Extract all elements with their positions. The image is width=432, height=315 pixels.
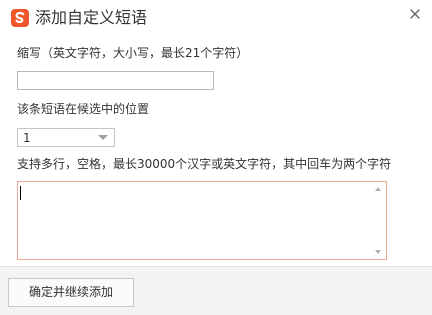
- phrase-content-textarea[interactable]: [17, 181, 387, 260]
- close-icon[interactable]: [407, 6, 423, 22]
- position-label: 该条短语在候选中的位置: [17, 102, 150, 116]
- scroll-up-arrow-icon[interactable]: [375, 187, 381, 191]
- sogou-logo-icon: [11, 9, 29, 27]
- abbreviation-label: 缩写（英文字符，大小写，最长21个字符）: [17, 46, 249, 60]
- chevron-down-icon: [98, 135, 108, 140]
- text-caret: [20, 186, 21, 200]
- dialog-footer: 确定并继续添加: [0, 266, 432, 315]
- scroll-down-arrow-icon[interactable]: [375, 250, 381, 254]
- add-custom-phrase-dialog: 添加自定义短语 缩写（英文字符，大小写，最长21个字符） 该条短语在候选中的位置…: [0, 0, 432, 315]
- position-select[interactable]: 1: [17, 128, 115, 147]
- confirm-and-continue-button[interactable]: 确定并继续添加: [8, 278, 134, 307]
- content-scrollbar[interactable]: [372, 182, 386, 259]
- position-select-value: 1: [23, 131, 31, 145]
- content-label: 支持多行，空格，最长30000个汉字或英文字符，其中回车为两个字符: [17, 157, 392, 171]
- dialog-title: 添加自定义短语: [35, 8, 148, 27]
- abbreviation-input[interactable]: [17, 71, 214, 90]
- title-bar: 添加自定义短语: [0, 0, 432, 36]
